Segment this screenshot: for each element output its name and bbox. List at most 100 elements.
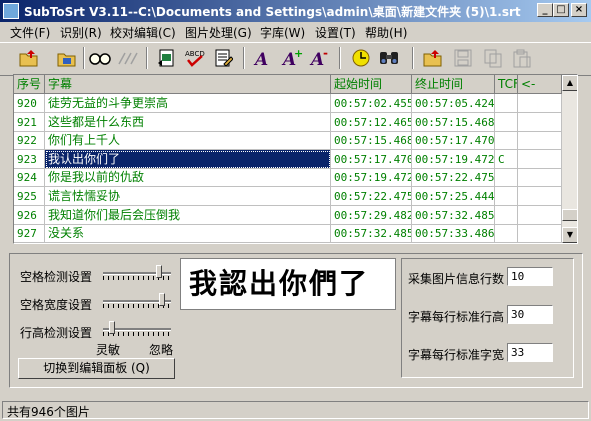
table-row[interactable]: 922 你们有上千人 00:57:15.468 00:57:17.470: [14, 131, 562, 151]
slider-knob[interactable]: [159, 293, 165, 306]
table-row[interactable]: 927 没关系 00:57:32.485 00:57:33.486: [14, 224, 562, 243]
table-row[interactable]: 924 你是我以前的仇敌 00:57:19.472 00:57:22.475: [14, 168, 562, 188]
open-folder-2-icon[interactable]: [421, 46, 445, 70]
cell-tcf[interactable]: C: [495, 149, 518, 169]
cell-start-time[interactable]: 00:57:15.468: [331, 131, 412, 151]
cell-end-time[interactable]: 00:57:19.472: [412, 149, 495, 169]
export-icon[interactable]: [155, 46, 179, 70]
table-row[interactable]: 923 我认出你们了 00:57:17.470 00:57:19.472 C: [14, 149, 562, 169]
cell-start-time[interactable]: 00:57:12.465: [331, 112, 412, 132]
cell-no[interactable]: 920: [14, 94, 45, 113]
cell-start-time[interactable]: 00:57:22.475: [331, 187, 412, 206]
table-row[interactable]: 926 我知道你们最后会压倒我 00:57:29.482 00:57:32.485: [14, 205, 562, 225]
glasses-disabled-icon[interactable]: [116, 46, 140, 70]
font-a-minus-icon[interactable]: A-: [308, 46, 332, 70]
cell-extra[interactable]: [518, 205, 562, 225]
open-folder-icon[interactable]: [17, 46, 41, 70]
cell-end-time[interactable]: 00:57:15.468: [412, 112, 495, 132]
cell-end-time[interactable]: 00:57:33.486: [412, 224, 495, 243]
maximize-button[interactable]: □: [553, 3, 569, 17]
clock-icon[interactable]: [349, 46, 373, 70]
cell-subtitle[interactable]: 没关系: [45, 224, 331, 243]
cell-tcf[interactable]: [495, 224, 518, 243]
close-button[interactable]: ×: [571, 3, 587, 17]
cell-no[interactable]: 922: [14, 131, 45, 151]
menu-help[interactable]: 帮助(H): [365, 24, 407, 41]
cell-start-time[interactable]: 00:57:29.482: [331, 205, 412, 225]
cell-tcf[interactable]: [495, 131, 518, 151]
table-row[interactable]: 921 这些都是什么东西 00:57:12.465 00:57:15.468: [14, 112, 562, 132]
cell-end-time[interactable]: 00:57:32.485: [412, 205, 495, 225]
std-height-input[interactable]: 30: [507, 305, 553, 324]
menu-fontlib[interactable]: 字库(W): [260, 24, 305, 41]
cell-subtitle[interactable]: 你们有上千人: [45, 131, 331, 151]
glasses-icon[interactable]: [88, 46, 112, 70]
cell-tcf[interactable]: [495, 168, 518, 188]
header-tcf[interactable]: TCF: [495, 75, 518, 94]
cell-extra[interactable]: [518, 187, 562, 206]
cell-no[interactable]: 921: [14, 112, 45, 132]
spellcheck-icon[interactable]: ABCD: [183, 46, 207, 70]
menu-recognize[interactable]: 识别(R): [60, 24, 102, 41]
switch-to-edit-button[interactable]: 切换到编辑面板 (Q): [18, 358, 175, 379]
disk-disabled-icon[interactable]: [451, 46, 475, 70]
line-height-slider[interactable]: [103, 321, 171, 337]
minimize-button[interactable]: _: [537, 3, 553, 17]
cell-start-time[interactable]: 00:57:02.455: [331, 94, 412, 113]
cell-no[interactable]: 926: [14, 205, 45, 225]
cell-tcf[interactable]: [495, 94, 518, 113]
cell-no[interactable]: 924: [14, 168, 45, 188]
subtitle-table[interactable]: 序号 字幕 起始时间 终止时间 TCF <- 920 徒劳无益的斗争更崇高 00:5…: [13, 74, 578, 244]
cell-extra[interactable]: [518, 149, 562, 169]
cell-end-time[interactable]: 00:57:22.475: [412, 168, 495, 188]
cell-end-time[interactable]: 00:57:05.424: [412, 94, 495, 113]
header-end[interactable]: 终止时间: [412, 75, 495, 94]
edit-doc-icon[interactable]: [211, 46, 235, 70]
table-row[interactable]: 925 谎言怯懦妥协 00:57:22.475 00:57:25.444: [14, 187, 562, 206]
space-detect-slider[interactable]: [103, 265, 171, 281]
cell-start-time[interactable]: 00:57:32.485: [331, 224, 412, 243]
cell-extra[interactable]: [518, 131, 562, 151]
header-subtitle[interactable]: 字幕: [45, 75, 331, 94]
cell-no[interactable]: 925: [14, 187, 45, 206]
table-scrollbar[interactable]: ▲ ▼: [562, 75, 577, 243]
cell-end-time[interactable]: 00:57:17.470: [412, 131, 495, 151]
scroll-up-button[interactable]: ▲: [562, 75, 577, 91]
scroll-thumb[interactable]: [562, 209, 577, 221]
cell-tcf[interactable]: [495, 112, 518, 132]
cell-subtitle[interactable]: 这些都是什么东西: [45, 112, 331, 132]
menu-settings[interactable]: 设置(T): [315, 24, 356, 41]
cell-tcf[interactable]: [495, 187, 518, 206]
menu-image[interactable]: 图片处理(G): [185, 24, 252, 41]
header-start[interactable]: 起始时间: [331, 75, 412, 94]
font-a-icon[interactable]: A: [252, 46, 276, 70]
table-row[interactable]: 920 徒劳无益的斗争更崇高 00:57:02.455 00:57:05.424: [14, 94, 562, 113]
cell-subtitle[interactable]: 谎言怯懦妥协: [45, 187, 331, 206]
scroll-down-button[interactable]: ▼: [562, 227, 577, 243]
cell-extra[interactable]: [518, 94, 562, 113]
font-a-plus-icon[interactable]: A +: [280, 46, 304, 70]
cell-subtitle[interactable]: 你是我以前的仇敌: [45, 168, 331, 188]
header-no[interactable]: 序号: [14, 75, 45, 94]
menu-file[interactable]: 文件(F): [10, 24, 50, 41]
cell-start-time[interactable]: 00:57:17.470: [331, 149, 412, 169]
binoculars-icon[interactable]: [377, 46, 401, 70]
cell-subtitle[interactable]: 徒劳无益的斗争更崇高: [45, 94, 331, 113]
slider-knob[interactable]: [156, 265, 162, 278]
cell-extra[interactable]: [518, 168, 562, 188]
cell-no[interactable]: 927: [14, 224, 45, 243]
slider-knob[interactable]: [109, 321, 115, 334]
menu-proofread[interactable]: 校对编辑(C): [110, 24, 176, 41]
space-width-slider[interactable]: [103, 293, 171, 309]
sample-rows-input[interactable]: 10: [507, 267, 553, 286]
cell-subtitle[interactable]: 我知道你们最后会压倒我: [45, 205, 331, 225]
std-width-input[interactable]: 33: [507, 343, 553, 362]
save-icon[interactable]: [55, 46, 79, 70]
cell-tcf[interactable]: [495, 205, 518, 225]
cell-no[interactable]: 923: [14, 149, 45, 169]
cell-end-time[interactable]: 00:57:25.444: [412, 187, 495, 206]
cell-extra[interactable]: [518, 224, 562, 243]
cell-subtitle[interactable]: 我认出你们了: [45, 149, 331, 169]
cell-extra[interactable]: [518, 112, 562, 132]
cell-start-time[interactable]: 00:57:19.472: [331, 168, 412, 188]
